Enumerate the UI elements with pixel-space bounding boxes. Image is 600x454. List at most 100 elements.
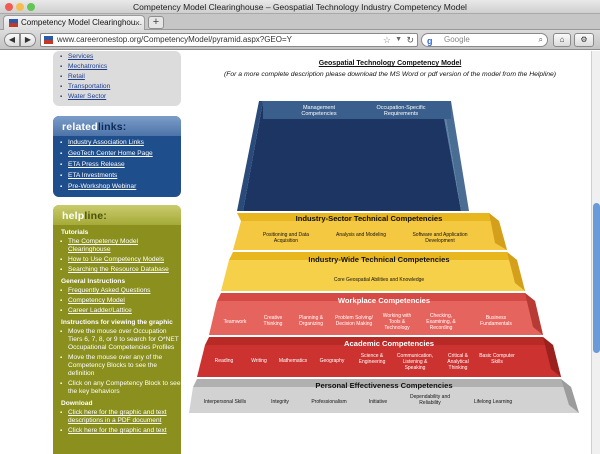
scrollbar-thumb[interactable] [593, 203, 600, 353]
helpline-box: helpline: Tutorials The Competency Model… [53, 205, 181, 454]
window-title: Competency Model Clearinghouse – Geospat… [133, 2, 467, 12]
zoom-window-icon[interactable] [27, 3, 35, 11]
related-link[interactable]: GeoTech Center Home Page [53, 150, 181, 158]
personal-block-1[interactable]: Interpersonal Skills [193, 399, 257, 405]
tutorial-link[interactable]: The Competency Model Clearinghouse [53, 238, 181, 254]
wide-tier-front[interactable] [221, 260, 525, 291]
workplace-block-1[interactable]: Teamwork [217, 319, 253, 325]
industry-link[interactable]: Retail [53, 73, 181, 81]
tab-bar: Competency Model Clearinghou... × + [0, 14, 600, 30]
related-links-box: relatedlinks: Industry Association Links… [53, 116, 181, 197]
reload-icon[interactable]: ↻ [406, 34, 414, 46]
management-competencies-label[interactable]: Management Competencies [289, 105, 349, 117]
academic-block-6[interactable]: Communication, Listening & Speaking [393, 353, 437, 371]
personal-tier-title: Personal Effectiveness Competencies [315, 381, 453, 390]
download-link[interactable]: Click here for the graphic and text desc… [53, 409, 181, 425]
related-link[interactable]: Pre-Workshop Webinar [53, 183, 181, 191]
window-controls [5, 3, 35, 11]
tutorial-link[interactable]: How to Use Competency Models [53, 256, 181, 264]
tab-label: Competency Model Clearinghou... [21, 18, 142, 27]
industry-list-box: Services Mechatronics Retail Transportation… [53, 51, 181, 106]
tab-close-icon[interactable]: × [135, 16, 140, 30]
search-input[interactable]: g Google ⌕ [421, 33, 548, 47]
workplace-block-2[interactable]: Creative Thinking [255, 315, 291, 327]
sidebar: Services Mechatronics Retail Transportation… [0, 51, 189, 454]
sector-block-2[interactable]: Analysis and Modeling [331, 232, 391, 238]
vertical-scrollbar[interactable] [591, 51, 600, 454]
main-content: Geospatial Technology Competency Model (… [189, 51, 591, 454]
download-list: Click here for the graphic and text desc… [53, 409, 181, 435]
graphic-instruction-item: Click on any Competency Block to see the… [53, 380, 181, 396]
search-icon[interactable]: ⌕ [539, 34, 543, 46]
related-link[interactable]: Industry Association Links [53, 139, 181, 147]
search-placeholder: Google [444, 35, 470, 44]
related-link[interactable]: ETA Investments [53, 172, 181, 180]
close-window-icon[interactable] [5, 3, 13, 11]
workplace-block-6[interactable]: Checking, Examining, & Recording [419, 313, 463, 331]
academic-block-5[interactable]: Science & Engineering [353, 353, 391, 365]
personal-block-5[interactable]: Dependability and Reliability [403, 394, 457, 406]
personal-block-3[interactable]: Professionalism [303, 399, 355, 405]
personal-block-6[interactable]: Lifelong Learning [465, 399, 521, 405]
workplace-block-5[interactable]: Working with Tools & Technology [377, 313, 417, 331]
new-tab-button[interactable]: + [148, 16, 164, 29]
minimize-window-icon[interactable] [16, 3, 24, 11]
personal-block-4[interactable]: Initiative [359, 399, 397, 405]
academic-block-2[interactable]: Writing [245, 358, 273, 364]
address-bar[interactable]: www.careeronestop.org/CompetencyModel/py… [40, 33, 418, 47]
academic-tier-title: Academic Competencies [344, 339, 434, 348]
url-text: www.careeronestop.org/CompetencyModel/py… [57, 35, 292, 44]
tab-competency-model[interactable]: Competency Model Clearinghou... × [3, 15, 145, 30]
sector-tier-title: Industry-Sector Technical Competencies [295, 214, 443, 223]
general-instructions-link[interactable]: Frequently Asked Questions [53, 287, 181, 295]
related-link[interactable]: ETA Press Release [53, 161, 181, 169]
personal-block-2[interactable]: Integrity [261, 399, 299, 405]
industry-link[interactable]: Water Sector [53, 93, 181, 101]
site-favicon-icon [9, 19, 18, 27]
industry-link[interactable]: Transportation [53, 83, 181, 91]
tutorials-label: Tutorials [61, 229, 89, 236]
related-links-heading: relatedlinks: [53, 116, 181, 136]
workplace-block-7[interactable]: Business Fundamentals [471, 315, 521, 327]
general-instructions-link[interactable]: Competency Model [53, 297, 181, 305]
competency-pyramid: Management Competencies Occupation-Speci… [189, 51, 591, 454]
industry-link[interactable]: Services [53, 53, 181, 61]
academic-block-8[interactable]: Basic Computer Skills [479, 353, 515, 365]
bookmark-star-icon[interactable]: ☆ [383, 34, 391, 46]
wide-block-1[interactable]: Core Geospatial Abilities and Knowledge [279, 277, 479, 283]
download-label: Download [61, 400, 93, 407]
industry-links: Services Mechatronics Retail Transportation… [53, 51, 181, 101]
workplace-block-3[interactable]: Planning & Organizing [291, 315, 331, 327]
graphic-instructions-list: Move the mouse over Occupation Tiers 6, … [53, 328, 181, 396]
general-instructions-label: General Instructions [61, 278, 126, 285]
wide-tier-title: Industry-Wide Technical Competencies [308, 255, 450, 264]
general-instructions-link[interactable]: Career Ladder/Lattice [53, 307, 181, 315]
sector-block-1[interactable]: Positioning and Data Acquisition [251, 232, 321, 244]
back-button[interactable]: ◀ [4, 33, 20, 47]
forward-button[interactable]: ▶ [20, 33, 36, 47]
tutorial-link[interactable]: Searching the Resource Database [53, 266, 181, 274]
settings-button[interactable]: ⚙ [574, 33, 594, 47]
graphic-instructions-label: Instructions for viewing the graphic [61, 319, 173, 326]
download-link[interactable]: Click here for the graphic and text [53, 427, 181, 435]
industry-link[interactable]: Mechatronics [53, 63, 181, 71]
navigation-toolbar: ◀ ▶ www.careeronestop.org/CompetencyMode… [0, 30, 600, 50]
graphic-instruction-item: Move the mouse over Occupation Tiers 6, … [53, 328, 181, 352]
academic-block-4[interactable]: Geography [315, 358, 349, 364]
google-icon: g [427, 36, 433, 46]
occupation-requirements-label[interactable]: Occupation-Specific Requirements [361, 105, 441, 117]
academic-block-3[interactable]: Mathematics [275, 358, 311, 364]
home-button[interactable]: ⌂ [553, 33, 571, 47]
workplace-tier-title: Workplace Competencies [337, 296, 431, 305]
window-titlebar: Competency Model Clearinghouse – Geospat… [0, 0, 600, 14]
academic-block-1[interactable]: Reading [207, 358, 241, 364]
site-favicon-icon [44, 36, 53, 44]
related-links-list: Industry Association Links GeoTech Center… [53, 136, 181, 191]
occupation-block-back [353, 113, 461, 211]
history-dropdown-icon[interactable]: ▼ [395, 34, 402, 46]
general-instructions-list: Frequently Asked Questions Competency Mod… [53, 287, 181, 315]
academic-block-7[interactable]: Critical & Analytical Thinking [439, 353, 477, 371]
tutorials-list: The Competency Model Clearinghouse How to… [53, 238, 181, 274]
sector-block-3[interactable]: Software and Application Development [401, 232, 479, 244]
workplace-block-4[interactable]: Problem Solving/ Decision Making [331, 315, 377, 327]
